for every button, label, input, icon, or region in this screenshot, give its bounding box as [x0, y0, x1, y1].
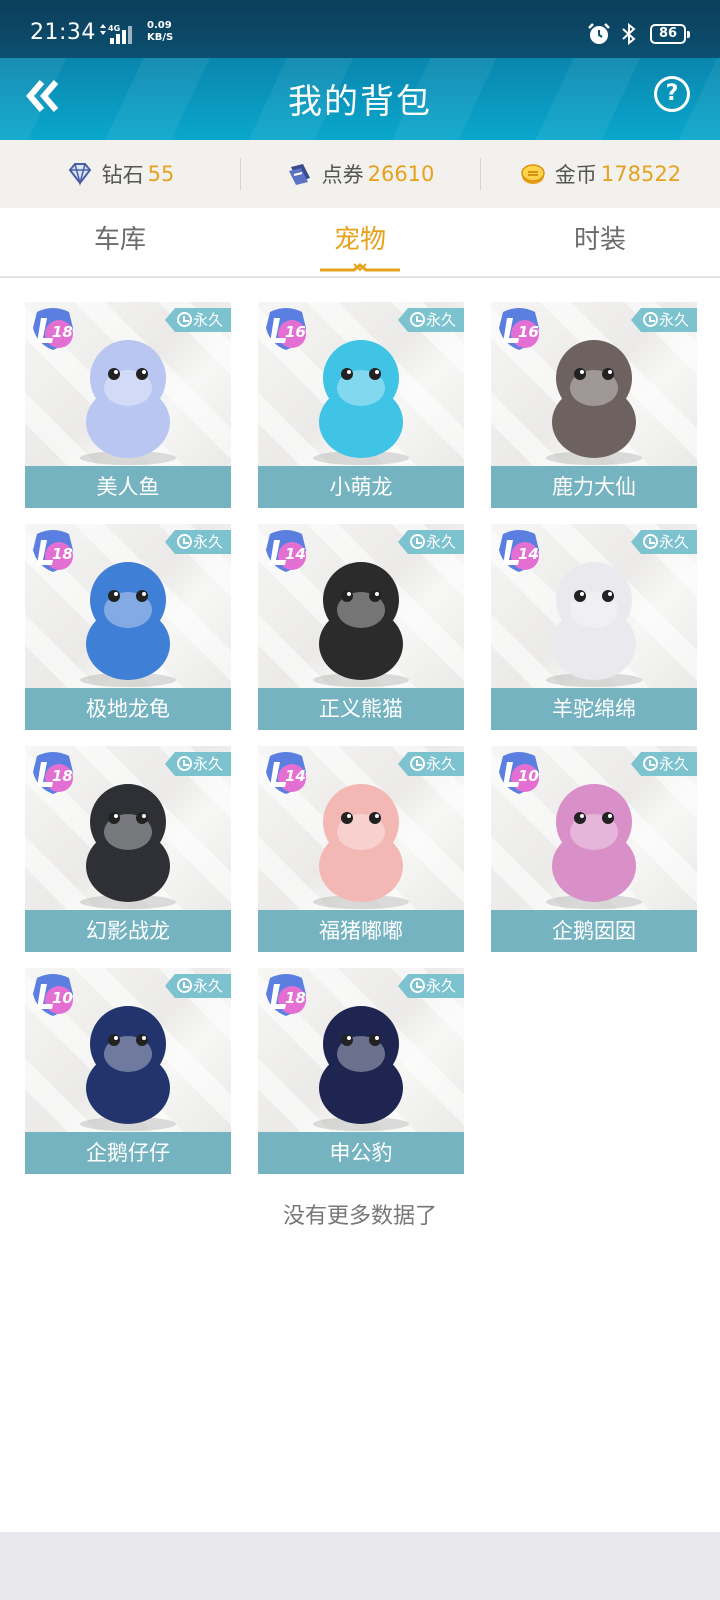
- pet-name: 幻影战龙: [25, 910, 231, 952]
- help-icon[interactable]: ?: [654, 76, 690, 112]
- pet-name: 企鹅囡囡: [491, 910, 697, 952]
- permanent-tag: 永久: [398, 974, 464, 998]
- pet-name: 鹿力大仙: [491, 466, 697, 508]
- pet-grid: 18 永久 美人鱼 16 永久 小萌龙 16 永久 鹿力大仙 18 永久 极地龙龟 14 永久 正义熊猫 14…: [25, 302, 697, 1174]
- tab-fashion[interactable]: 时装: [480, 208, 720, 276]
- network-speed: 0.09 KB/S: [147, 20, 174, 43]
- pet-name: 羊驼绵绵: [491, 688, 697, 730]
- status-time: 21:34: [30, 20, 96, 45]
- no-more-data-text: 没有更多数据了: [282, 1204, 437, 1229]
- permanent-tag-label: 永久: [193, 977, 224, 995]
- permanent-tag: 永久: [631, 530, 697, 554]
- pet-card[interactable]: 14 永久正义熊猫: [258, 524, 464, 730]
- alarm-icon: [588, 23, 610, 44]
- pet-card[interactable]: 10 永久企鹅仔仔: [25, 968, 231, 1174]
- clock-icon: [410, 534, 425, 549]
- clock-icon: [410, 756, 425, 771]
- pet-level: 10: [52, 989, 73, 1007]
- pet-card[interactable]: 18 永久极地龙龟: [25, 524, 231, 730]
- currency-voucher: 点券 26610: [240, 140, 480, 208]
- pet-card[interactable]: 14 永久福猪嘟嘟: [258, 746, 464, 952]
- permanent-tag: 永久: [398, 530, 464, 554]
- clock-icon: [177, 312, 192, 327]
- pet-card[interactable]: 10 永久企鹅囡囡: [491, 746, 697, 952]
- category-tabs: 车库 宠物 时装: [0, 208, 720, 278]
- pet-card[interactable]: 18 永久美人鱼: [25, 302, 231, 508]
- permanent-tag-label: 永久: [426, 755, 457, 773]
- system-nav-bar: [0, 1532, 720, 1600]
- permanent-tag: 永久: [165, 530, 231, 554]
- permanent-tag-label: 永久: [426, 533, 457, 551]
- clock-icon: [410, 312, 425, 327]
- tab-pets[interactable]: 宠物: [240, 208, 480, 276]
- coin-icon: [521, 164, 545, 184]
- clock-icon: [643, 756, 658, 771]
- pet-level: 14: [285, 545, 306, 563]
- permanent-tag: 永久: [165, 308, 231, 332]
- clock-icon: [643, 534, 658, 549]
- permanent-tag-label: 永久: [193, 533, 224, 551]
- clock-icon: [410, 978, 425, 993]
- permanent-tag-label: 永久: [426, 977, 457, 995]
- pet-card[interactable]: 16 永久鹿力大仙: [491, 302, 697, 508]
- permanent-tag-label: 永久: [426, 311, 457, 329]
- permanent-tag-label: 永久: [193, 755, 224, 773]
- battery-indicator: 86: [650, 24, 690, 44]
- pet-level: 18: [285, 989, 306, 1007]
- pet-level: 16: [518, 323, 539, 341]
- clock-icon: [177, 756, 192, 771]
- tab-garage[interactable]: 车库: [0, 208, 240, 276]
- pet-card[interactable]: 14 永久羊驼绵绵: [491, 524, 697, 730]
- permanent-tag: 永久: [165, 974, 231, 998]
- status-bar: 21:34 4G 0.09 KB/S 86: [0, 0, 720, 58]
- pet-level: 18: [52, 323, 73, 341]
- bluetooth-icon: [622, 22, 636, 46]
- tab-pets-label: 宠物: [333, 225, 386, 255]
- pet-name: 申公豹: [258, 1132, 464, 1174]
- currency-bar: 钻石 55 点券 26610 金币 178522: [0, 140, 720, 208]
- permanent-tag: 永久: [631, 308, 697, 332]
- clock-icon: [177, 978, 192, 993]
- permanent-tag: 永久: [165, 752, 231, 776]
- pet-level: 18: [52, 545, 73, 563]
- pet-name: 正义熊猫: [258, 688, 464, 730]
- permanent-tag-label: 永久: [659, 311, 690, 329]
- permanent-tag-label: 永久: [659, 533, 690, 551]
- tab-active-indicator: [320, 263, 400, 272]
- pet-card[interactable]: 18 永久申公豹: [258, 968, 464, 1174]
- page-title: 我的背包: [288, 82, 432, 122]
- pet-name: 福猪嘟嘟: [258, 910, 464, 952]
- pet-name: 极地龙龟: [25, 688, 231, 730]
- pet-level: 16: [285, 323, 306, 341]
- pet-name: 小萌龙: [258, 466, 464, 508]
- permanent-tag: 永久: [398, 308, 464, 332]
- permanent-tag: 永久: [631, 752, 697, 776]
- pet-card[interactable]: 16 永久小萌龙: [258, 302, 464, 508]
- permanent-tag-label: 永久: [193, 311, 224, 329]
- network-type: 4G: [108, 24, 120, 33]
- permanent-tag: 永久: [398, 752, 464, 776]
- currency-diamond: 钻石 55: [0, 140, 240, 208]
- diamond-icon: [68, 163, 91, 186]
- clock-icon: [177, 534, 192, 549]
- signal-icon: 4G: [100, 24, 132, 44]
- pet-level: 14: [285, 767, 306, 785]
- permanent-tag-label: 永久: [659, 755, 690, 773]
- pet-level: 18: [52, 767, 73, 785]
- pet-name: 美人鱼: [25, 466, 231, 508]
- pet-card[interactable]: 18 永久幻影战龙: [25, 746, 231, 952]
- pet-level: 10: [518, 767, 539, 785]
- pet-name: 企鹅仔仔: [25, 1132, 231, 1174]
- clock-icon: [643, 312, 658, 327]
- pet-level: 14: [518, 545, 539, 563]
- currency-coin: 金币 178522: [480, 140, 720, 208]
- voucher-icon: [288, 164, 310, 185]
- app-header: 21:34 4G 0.09 KB/S 86 我的背包 ?: [0, 0, 720, 140]
